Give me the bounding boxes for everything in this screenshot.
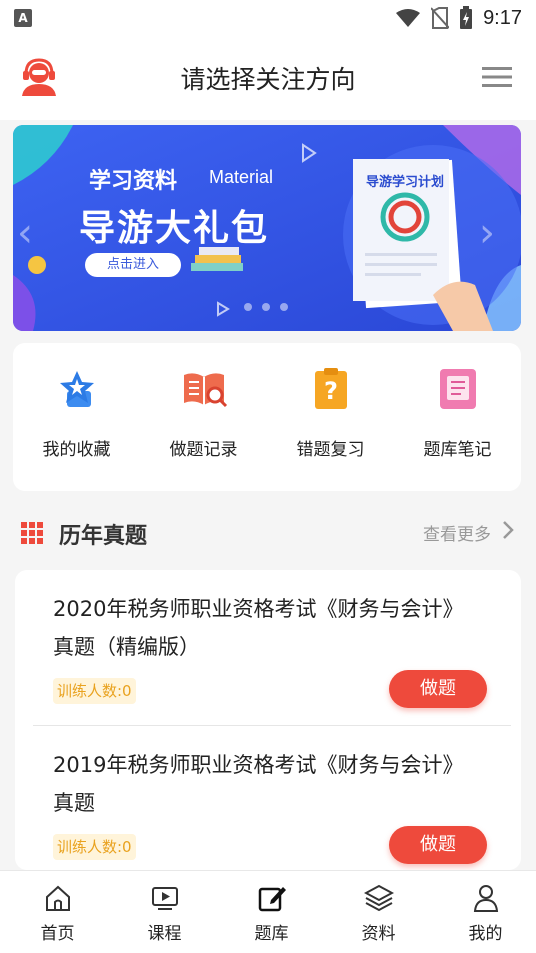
exam-title[interactable]: 2020年税务师职业资格考试《财务与会计》真题（精编版） [53, 590, 483, 666]
tab-label: 题库 [254, 924, 289, 944]
banner-doc-title: 导游学习计划 [366, 175, 445, 190]
quick-action-favorites[interactable]: 我的收藏 [13, 365, 140, 460]
edit-icon [258, 887, 286, 912]
menu-icon[interactable] [482, 66, 512, 88]
battery-charging-icon [460, 6, 473, 29]
promo-banner[interactable]: 学习资料 Material 导游大礼包 点击进入 导游学习计划 ‹ › [13, 125, 521, 331]
list-item[interactable]: 2019年税务师职业资格考试《财务与会计》真题 训练人数:0 做题 [15, 726, 521, 870]
tab-profile[interactable]: 我的 [432, 883, 536, 944]
view-more-link[interactable]: 查看更多 [423, 520, 491, 545]
banner-enter-button[interactable]: 点击进入 [85, 253, 181, 277]
banner-subtitle-en: Material [209, 167, 274, 187]
wifi-icon [396, 9, 421, 27]
question-clipboard-icon: ? [314, 368, 347, 409]
banner-headline: 导游大礼包 [79, 208, 270, 249]
trainee-count-badge: 训练人数:0 [53, 834, 136, 860]
practice-button[interactable]: 做题 [389, 826, 487, 864]
tab-label: 我的 [468, 924, 503, 944]
no-sim-icon [431, 7, 450, 29]
banner-next-arrow-icon[interactable]: › [479, 213, 503, 253]
svg-text:?: ? [324, 377, 338, 405]
tab-home[interactable]: 首页 [4, 883, 111, 944]
quick-action-label: 错题复习 [296, 440, 365, 460]
practice-button[interactable]: 做题 [389, 670, 487, 708]
app-header: 请选择关注方向 [0, 36, 536, 120]
home-icon [45, 885, 70, 911]
quick-action-notes[interactable]: 题库笔记 [394, 365, 521, 460]
page-title[interactable]: 请选择关注方向 [0, 60, 536, 96]
status-icons: 9:17 [395, 4, 522, 32]
quick-action-history[interactable]: 做题记录 [140, 365, 267, 460]
quick-action-label: 做题记录 [169, 440, 238, 460]
book-search-icon [183, 373, 227, 408]
tab-label: 首页 [40, 924, 75, 944]
quick-action-mistakes[interactable]: ? 错题复习 [267, 365, 394, 460]
layers-icon [363, 884, 394, 912]
exam-title[interactable]: 2019年税务师职业资格考试《财务与会计》真题 [53, 746, 483, 822]
status-bar: A 9:17 [0, 0, 536, 36]
video-play-icon [151, 887, 178, 910]
bottom-tab-bar: 首页 课程 题库 资料 我的 [0, 870, 536, 953]
star-badge-icon [59, 371, 94, 407]
app-notification-icon: A [14, 9, 32, 27]
chevron-right-icon[interactable] [501, 518, 515, 542]
banner-subtitle: 学习资料 [89, 169, 178, 194]
tab-courses[interactable]: 课程 [111, 883, 218, 944]
user-icon [473, 885, 498, 912]
trainee-count-badge: 训练人数:0 [53, 678, 136, 704]
quick-actions-card: 我的收藏 做题记录 ? 错题复习 题库笔记 [13, 343, 521, 491]
quick-action-label: 题库笔记 [423, 440, 492, 460]
grid-icon [21, 522, 43, 544]
list-item[interactable]: 2020年税务师职业资格考试《财务与会计》真题（精编版） 训练人数:0 做题 [15, 570, 521, 725]
tab-question-bank[interactable]: 题库 [218, 883, 325, 944]
section-title: 历年真题 [59, 524, 148, 549]
notebook-icon [439, 369, 476, 409]
clock: 9:17 [483, 6, 522, 29]
tab-label: 资料 [361, 924, 396, 944]
section-header: 历年真题 查看更多 [13, 510, 521, 554]
tab-label: 课程 [147, 924, 182, 944]
tab-materials[interactable]: 资料 [325, 883, 432, 944]
exam-list: 2020年税务师职业资格考试《财务与会计》真题（精编版） 训练人数:0 做题 2… [15, 570, 521, 870]
banner-prev-arrow-icon[interactable]: ‹ [17, 213, 41, 253]
quick-action-label: 我的收藏 [42, 440, 111, 460]
